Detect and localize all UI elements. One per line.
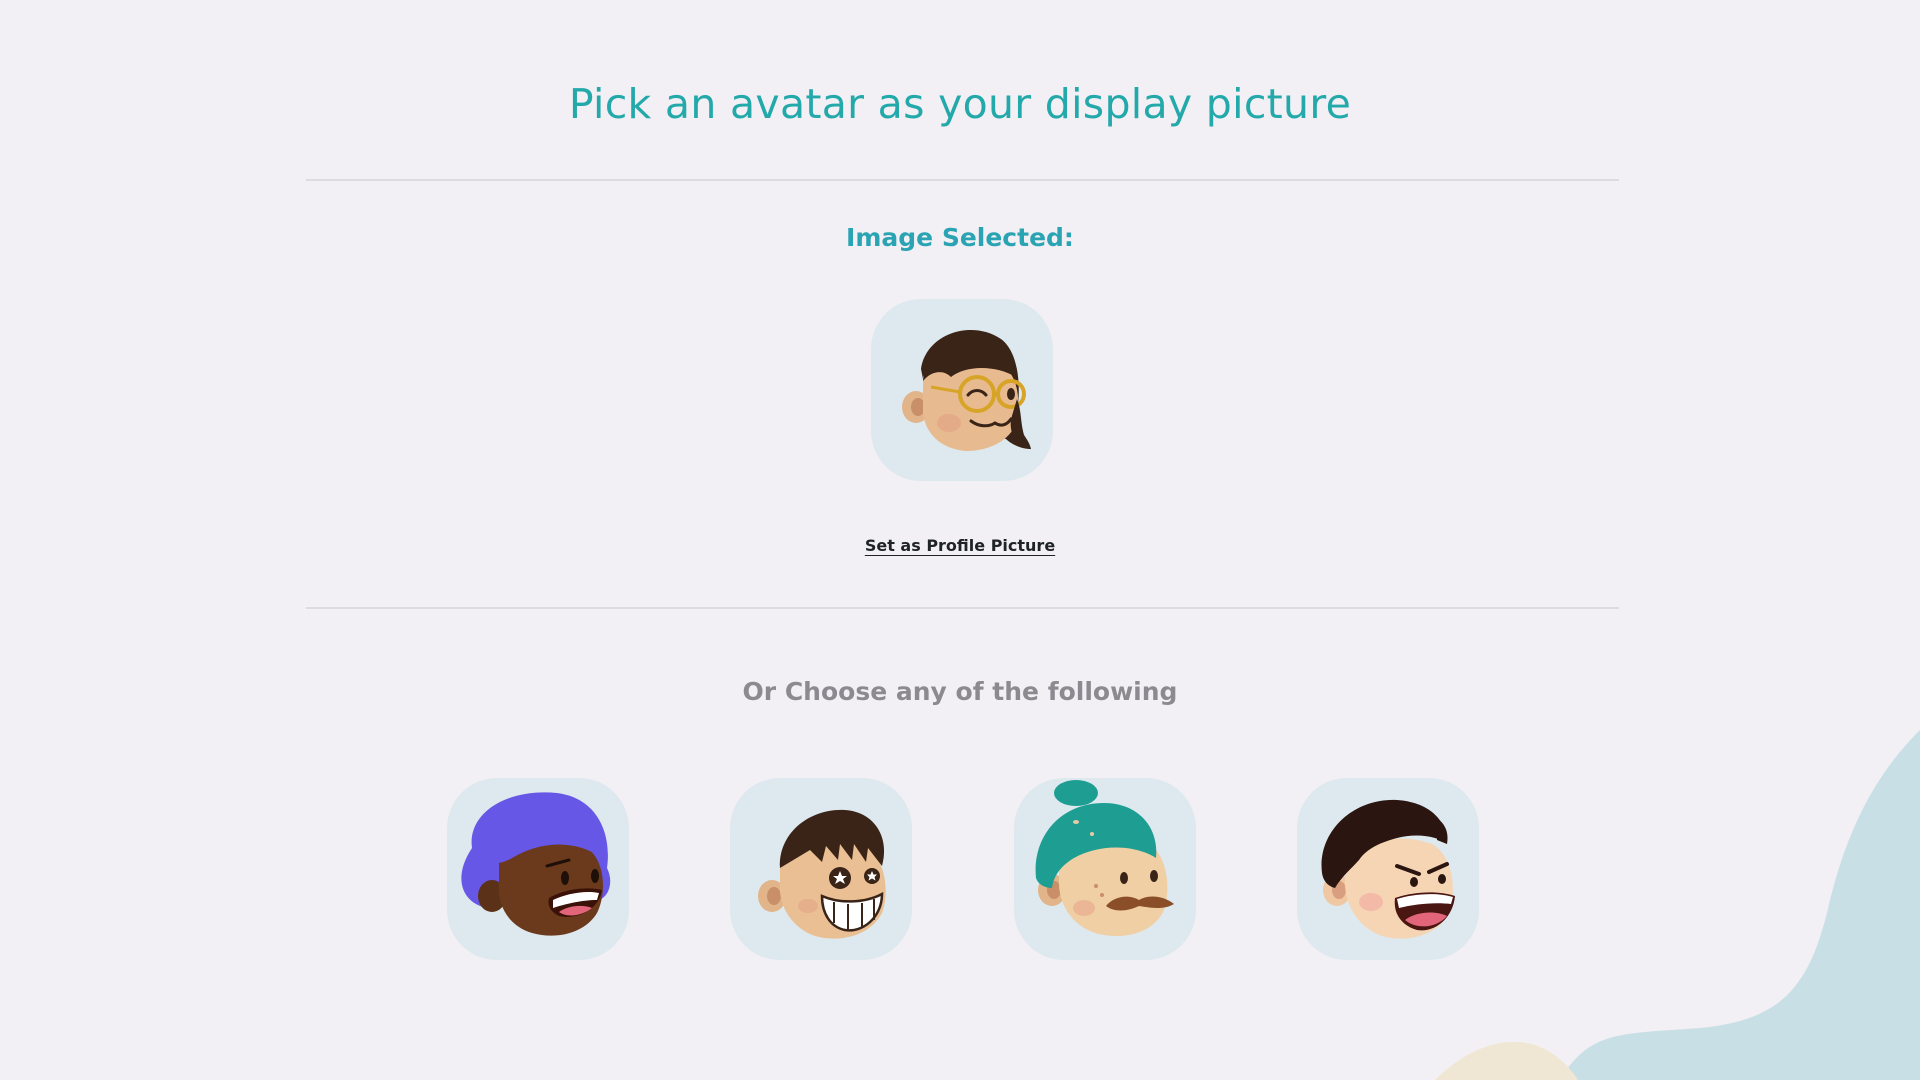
avatar-shouting-boy-icon — [1321, 799, 1455, 939]
set-profile-picture-button[interactable]: Set as Profile Picture — [810, 536, 1110, 555]
avatar-glasses-winking-icon — [902, 330, 1031, 451]
avatar-teal-bun-mustache-icon — [1035, 780, 1174, 937]
middle-divider — [306, 607, 1619, 609]
avatar-purple-hair-icon — [461, 792, 611, 936]
avatar-option-2[interactable] — [730, 778, 912, 960]
avatar-picker-page: Pick an avatar as your display picture I… — [0, 0, 1920, 1080]
selected-avatar — [871, 299, 1053, 481]
avatar-option-3[interactable] — [1014, 778, 1196, 960]
avatar-option-1[interactable] — [447, 778, 629, 960]
choose-options-label: Or Choose any of the following — [742, 677, 1178, 706]
page-title: Pick an avatar as your display picture — [568, 80, 1352, 128]
avatar-option-4[interactable] — [1297, 778, 1479, 960]
avatar-star-eyes-icon — [758, 809, 886, 939]
top-divider — [306, 179, 1619, 181]
image-selected-label: Image Selected: — [846, 223, 1074, 252]
